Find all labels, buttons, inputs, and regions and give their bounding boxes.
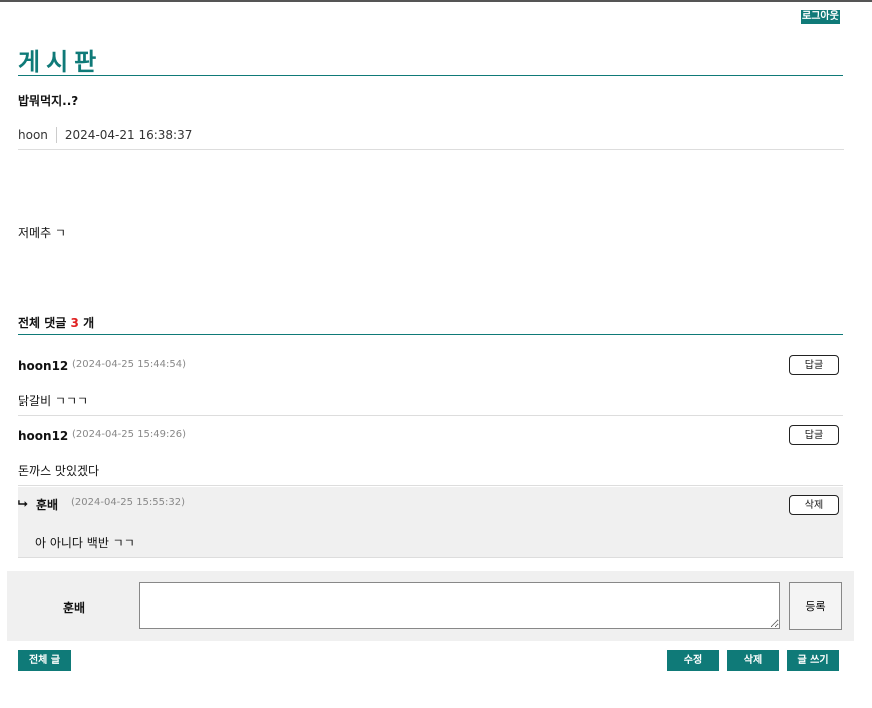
- comments-header-label: 전체 댓글: [18, 316, 67, 330]
- comment-text: 닭갈비 ㄱㄱㄱ: [18, 394, 89, 408]
- comment-divider: [18, 557, 843, 558]
- post-meta: hoon 2024-04-21 16:38:37: [18, 127, 192, 143]
- comment-author: hoon12: [18, 359, 69, 373]
- write-post-button[interactable]: 글 쓰기: [787, 650, 839, 671]
- reply-arrow-icon: ⮡: [18, 496, 28, 510]
- comment-form-username: 훈배: [63, 601, 86, 615]
- comment-item: hoon12 (2024-04-25 15:49:26) 답글 돈까스 맛있겠다: [18, 416, 843, 486]
- comment-item: hoon12 (2024-04-25 15:44:54) 답글 닭갈비 ㄱㄱㄱ: [18, 346, 843, 416]
- comment-date: (2024-04-25 15:55:32): [71, 497, 186, 508]
- reply-button[interactable]: 답글: [789, 425, 839, 445]
- reply-comment-item: ⮡ 훈배 (2024-04-25 15:55:32) 삭제 아 아니다 백반 ㄱ…: [18, 487, 843, 558]
- delete-button[interactable]: 삭제: [727, 650, 779, 671]
- comment-text: 돈까스 맛있겠다: [18, 464, 100, 478]
- edit-button[interactable]: 수정: [667, 650, 719, 671]
- post-author: hoon: [18, 128, 48, 142]
- comment-text: 아 아니다 백반 ㄱㄱ: [35, 536, 135, 550]
- comment-date: (2024-04-25 15:49:26): [72, 429, 187, 440]
- all-posts-button[interactable]: 전체 글: [18, 650, 71, 671]
- logout-button[interactable]: 로그아웃: [801, 10, 840, 24]
- comment-author: hoon12: [18, 429, 69, 443]
- comment-divider: [18, 485, 843, 486]
- title-divider: [18, 75, 843, 76]
- page-title: 게시판: [18, 48, 103, 76]
- submit-comment-button[interactable]: 등록: [789, 582, 842, 630]
- reply-button[interactable]: 답글: [789, 355, 839, 375]
- comment-author: 훈배: [36, 498, 59, 512]
- comment-input[interactable]: [139, 582, 780, 629]
- comments-header: 전체 댓글 3 개: [18, 314, 94, 331]
- top-border: [0, 0, 872, 2]
- post-body: 저메추 ㄱ: [18, 226, 66, 240]
- meta-divider: [18, 149, 844, 150]
- comments-divider: [18, 334, 843, 335]
- comment-date: (2024-04-25 15:44:54): [72, 359, 187, 370]
- comment-form: 훈배 등록: [7, 571, 854, 641]
- comments-header-suffix: 개: [83, 316, 95, 330]
- comments-count: 3: [70, 316, 79, 330]
- meta-separator: [55, 127, 57, 143]
- post-title: 밥뭐먹지..?: [18, 94, 79, 108]
- delete-comment-button[interactable]: 삭제: [789, 495, 839, 515]
- post-datetime: 2024-04-21 16:38:37: [64, 128, 193, 142]
